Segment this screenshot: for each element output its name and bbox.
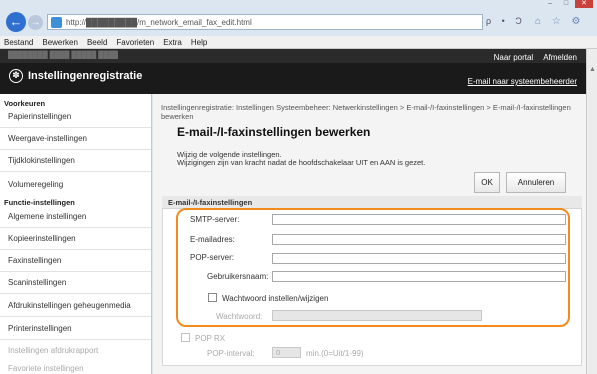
sidebar-item-printer[interactable]: Printerinstellingen bbox=[8, 324, 72, 333]
menu-tools[interactable]: Extra bbox=[163, 38, 182, 47]
section-title: E-mail-/I-faxinstellingen bbox=[168, 198, 253, 207]
breadcrumb: Instellingenregistratie: Instellingen Sy… bbox=[161, 103, 571, 121]
sidebar-item-general[interactable]: Algemene instellingen bbox=[8, 212, 86, 221]
sidebar-item-scan[interactable]: Scaninstellingen bbox=[8, 278, 66, 287]
sidebar-section-functions: Functie-instellingen bbox=[4, 198, 75, 207]
pop-rx-label: POP RX bbox=[195, 334, 226, 343]
logout-link[interactable]: Afmelden bbox=[543, 53, 577, 62]
menu-bar: Bestand Bewerken Beeld Favorieten Extra … bbox=[0, 36, 597, 49]
menu-view[interactable]: Beeld bbox=[87, 38, 107, 47]
ok-button[interactable]: OK bbox=[474, 172, 500, 193]
address-bar[interactable]: http://█████████/m_network_email_fax_edi… bbox=[47, 14, 483, 30]
address-row: ← → http://█████████/m_network_email_fax… bbox=[0, 10, 597, 36]
maximize-icon[interactable]: □ bbox=[559, 0, 573, 8]
menu-edit[interactable]: Bewerken bbox=[42, 38, 78, 47]
minimize-icon[interactable]: – bbox=[543, 0, 557, 8]
portal-link[interactable]: Naar portal bbox=[494, 53, 534, 62]
divider bbox=[0, 316, 151, 317]
device-info-bar: ████████ ████ █████ ████ Naar portal Afm… bbox=[0, 49, 586, 63]
sidebar-item-memory-print[interactable]: Afdrukinstellingen geheugenmedia bbox=[8, 301, 131, 310]
close-icon[interactable]: ✕ bbox=[575, 0, 593, 8]
divider bbox=[0, 171, 151, 172]
pop-interval-label: POP-interval: bbox=[207, 349, 255, 358]
browser-title-bar: – □ ✕ bbox=[0, 0, 597, 10]
address-text: http://█████████/m_network_email_fax_edi… bbox=[66, 18, 252, 27]
pop-rx-checkbox[interactable] bbox=[181, 333, 190, 342]
forward-arrow-icon[interactable]: → bbox=[28, 15, 43, 30]
menu-favorites[interactable]: Favorieten bbox=[116, 38, 154, 47]
device-info-text: ████████ ████ █████ ████ bbox=[8, 52, 118, 59]
menu-file[interactable]: Bestand bbox=[4, 38, 33, 47]
header-links: Naar portal Afmelden bbox=[494, 53, 577, 62]
sidebar-item-display[interactable]: Weergave-instellingen bbox=[8, 134, 87, 143]
page-icon bbox=[51, 17, 62, 28]
menu-help[interactable]: Help bbox=[191, 38, 207, 47]
sidebar-section-preferences: Voorkeuren bbox=[4, 99, 46, 108]
divider bbox=[0, 271, 151, 272]
scroll-up-icon[interactable]: ▲ bbox=[589, 66, 596, 73]
page-title: E-mail-/I-faxinstellingen bewerken bbox=[177, 125, 371, 139]
window-controls: – □ ✕ bbox=[543, 0, 593, 8]
sidebar-item-copy[interactable]: Kopieerinstellingen bbox=[8, 234, 76, 243]
settings-logo-icon: ✽ bbox=[9, 69, 23, 83]
sidebar-item-volume[interactable]: Volumeregeling bbox=[8, 180, 63, 189]
restart-note: Wijzigingen zijn van kracht nadat de hoo… bbox=[177, 158, 426, 167]
divider bbox=[0, 227, 151, 228]
back-arrow-icon[interactable]: ← bbox=[6, 12, 26, 32]
divider bbox=[0, 127, 151, 128]
page-scrollbar[interactable]: ▲ bbox=[586, 49, 597, 374]
home-star-gear-icon[interactable]: ⌂ ☆ ⚙ bbox=[535, 16, 585, 27]
app-title: Instellingenregistratie bbox=[28, 70, 143, 82]
divider bbox=[0, 339, 151, 340]
divider bbox=[0, 149, 151, 150]
sidebar-item-favorites[interactable]: Favoriete instellingen bbox=[8, 364, 84, 373]
search-refresh-icon[interactable]: ρ • Ɔ bbox=[486, 16, 526, 26]
sidebar-item-clock[interactable]: Tijdklokinstellingen bbox=[8, 156, 75, 165]
sidebar-item-paper[interactable]: Papierinstellingen bbox=[8, 112, 71, 121]
sidebar-item-fax[interactable]: Faxinstellingen bbox=[8, 256, 61, 265]
cancel-button[interactable]: Annuleren bbox=[506, 172, 566, 193]
pop-interval-input[interactable]: 0 bbox=[272, 347, 301, 358]
pop-interval-unit: min.(0=Uit/1-99) bbox=[306, 349, 364, 358]
sidebar: Voorkeuren Papierinstellingen Weergave-i… bbox=[0, 94, 152, 374]
email-admin-link[interactable]: E-mail naar systeembeheerder bbox=[468, 77, 577, 86]
sidebar-item-report[interactable]: Instellingen afdrukrapport bbox=[8, 346, 98, 355]
app-header: ████████ ████ █████ ████ Naar portal Afm… bbox=[0, 49, 586, 94]
divider bbox=[0, 293, 151, 294]
highlight-frame bbox=[176, 208, 570, 327]
divider bbox=[0, 249, 151, 250]
